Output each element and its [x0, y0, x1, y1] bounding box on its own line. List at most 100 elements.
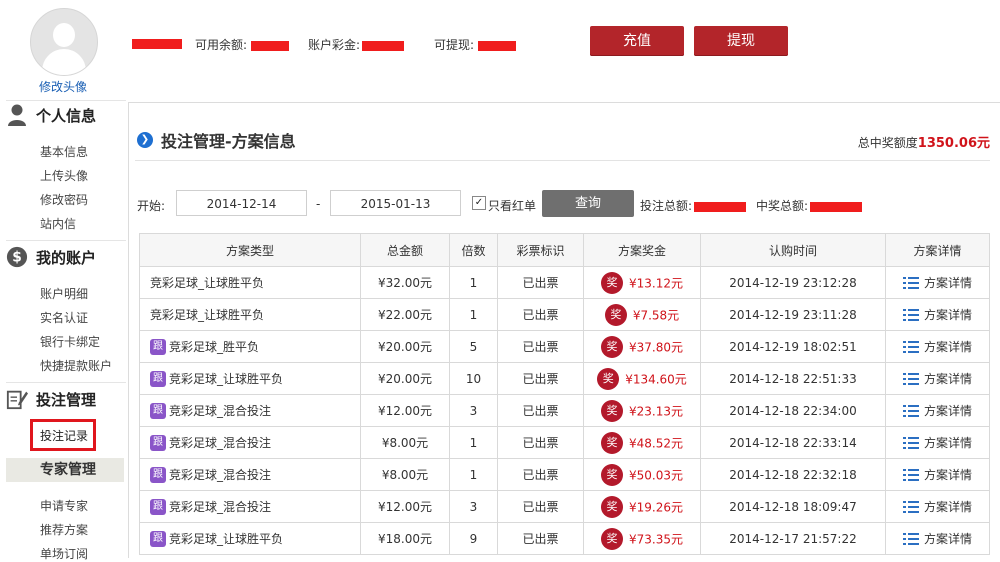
plan-detail-link[interactable]: 方案详情	[924, 404, 972, 418]
table-row: 跟竞彩足球_混合投注 ¥8.00元 1 已出票奖 ¥48.52元 2014-12-18 2…	[139, 426, 990, 459]
account-prize: 账户彩金:	[308, 36, 405, 53]
sidebar-item-basic-info[interactable]: 基本信息	[40, 143, 88, 160]
sidebar-item-bank-card[interactable]: 银行卡绑定	[40, 333, 100, 350]
cell-time: 2014-12-19 23:11:28	[700, 298, 886, 331]
list-icon	[902, 468, 919, 481]
end-date-input[interactable]: 2015-01-13	[330, 190, 461, 216]
plan-detail-link[interactable]: 方案详情	[924, 436, 972, 450]
start-date-input[interactable]: 2014-12-14	[176, 190, 307, 216]
cell-detail[interactable]: 方案详情	[885, 458, 990, 491]
plan-detail-link[interactable]: 方案详情	[924, 340, 972, 354]
list-icon	[902, 276, 919, 289]
cell-type: 跟竞彩足球_让球胜平负	[139, 522, 361, 555]
plan-detail-link[interactable]: 方案详情	[924, 532, 972, 546]
cell-detail[interactable]: 方案详情	[885, 298, 990, 331]
cell-multiple: 3	[449, 490, 498, 523]
sidebar-item-bet-records[interactable]: 投注记录	[40, 427, 88, 444]
follow-badge-icon: 跟	[150, 466, 166, 483]
cell-time: 2014-12-18 22:32:18	[700, 458, 886, 491]
cell-prize: 奖 ¥13.12元	[583, 266, 701, 299]
sidebar-item-apply-expert[interactable]: 申请专家	[40, 497, 88, 514]
list-icon	[902, 404, 919, 417]
sidebar-item-real-name[interactable]: 实名认证	[40, 309, 88, 326]
cell-detail[interactable]: 方案详情	[885, 426, 990, 459]
sidebar-item-messages[interactable]: 站内信	[40, 215, 76, 232]
cell-type: 跟竞彩足球_混合投注	[139, 394, 361, 427]
withdraw-button[interactable]: 提现	[694, 26, 788, 56]
date-separator: -	[316, 197, 321, 211]
header-detail: 方案详情	[885, 233, 990, 267]
plan-type: 竞彩足球_混合投注	[169, 404, 272, 418]
follow-badge-icon: 跟	[150, 498, 166, 515]
plan-detail-link[interactable]: 方案详情	[924, 308, 972, 322]
table-row: 跟竞彩足球_让球胜平负 ¥18.00元 9 已出票奖 ¥73.35元 2014-12-17…	[139, 522, 990, 555]
prize-badge-icon: 奖	[601, 463, 623, 486]
change-avatar-link[interactable]: 修改头像	[30, 78, 96, 95]
cell-time: 2014-12-18 22:51:33	[700, 362, 886, 395]
prize-value: ¥73.35元	[629, 532, 683, 546]
only-red-checkbox[interactable]: ✓	[472, 196, 486, 210]
plan-detail-link[interactable]: 方案详情	[924, 468, 972, 482]
cell-status: 已出票	[497, 426, 584, 459]
prize-value: ¥7.58元	[632, 308, 680, 322]
prize-value: ¥23.13元	[629, 404, 683, 418]
sidebar-item-single-subscription[interactable]: 单场订阅	[40, 545, 88, 562]
cell-type: 竞彩足球_让球胜平负	[139, 298, 361, 331]
sidebar-item-recommend[interactable]: 推荐方案	[40, 521, 88, 538]
cell-time: 2014-12-18 18:09:47	[700, 490, 886, 523]
sidebar-section-expert[interactable]: 专家管理	[6, 458, 124, 482]
recharge-button[interactable]: 充值	[590, 26, 684, 56]
plan-type: 竞彩足球_让球胜平负	[150, 276, 265, 290]
avatar[interactable]	[30, 8, 98, 76]
table-row: 跟竞彩足球_混合投注 ¥12.00元 3 已出票奖 ¥19.26元 2014-12-18 …	[139, 490, 990, 523]
follow-badge-icon: 跟	[150, 434, 166, 451]
cell-detail[interactable]: 方案详情	[885, 522, 990, 555]
cell-status: 已出票	[497, 522, 584, 555]
table-row: 跟竞彩足球_让球胜平负 ¥20.00元 10 已出票奖 ¥134.60元 2014-12-…	[139, 362, 990, 395]
cell-detail[interactable]: 方案详情	[885, 330, 990, 363]
cell-prize: 奖 ¥23.13元	[583, 394, 701, 427]
list-icon	[902, 500, 919, 513]
cell-time: 2014-12-18 22:34:00	[700, 394, 886, 427]
cell-detail[interactable]: 方案详情	[885, 394, 990, 427]
header-amount: 总金额	[360, 233, 450, 267]
cell-status: 已出票	[497, 298, 584, 331]
bet-total: 投注总额:	[640, 197, 747, 214]
cell-amount: ¥20.00元	[360, 362, 450, 395]
cell-amount: ¥32.00元	[360, 266, 450, 299]
plan-detail-link[interactable]: 方案详情	[924, 500, 972, 514]
sidebar-item-quick-withdraw[interactable]: 快捷提款账户	[40, 357, 112, 374]
cell-multiple: 1	[449, 298, 498, 331]
cell-multiple: 5	[449, 330, 498, 363]
cell-status: 已出票	[497, 330, 584, 363]
cell-prize: 奖 ¥7.58元	[583, 298, 701, 331]
sidebar-item-change-password[interactable]: 修改密码	[40, 191, 88, 208]
sidebar-item-account-detail[interactable]: 账户明细	[40, 285, 88, 302]
cell-status: 已出票	[497, 394, 584, 427]
cell-amount: ¥12.00元	[360, 490, 450, 523]
prize-badge-icon: 奖	[601, 495, 623, 518]
plan-type: 竞彩足球_混合投注	[169, 436, 272, 450]
svg-text:$: $	[12, 250, 22, 266]
cell-detail[interactable]: 方案详情	[885, 362, 990, 395]
prize-badge-icon: 奖	[601, 527, 623, 550]
prize-badge-icon: 奖	[601, 271, 623, 294]
sidebar-item-upload-avatar[interactable]: 上传头像	[40, 167, 88, 184]
plan-detail-link[interactable]: 方案详情	[924, 276, 972, 290]
prize-badge-icon: 奖	[601, 335, 623, 358]
prize-badge-icon: 奖	[597, 367, 620, 390]
follow-badge-icon: 跟	[150, 338, 166, 355]
cell-detail[interactable]: 方案详情	[885, 490, 990, 523]
cell-prize: 奖 ¥48.52元	[583, 426, 701, 459]
cell-amount: ¥20.00元	[360, 330, 450, 363]
follow-badge-icon: 跟	[150, 402, 166, 419]
page-title-text: 投注管理-方案信息	[161, 132, 296, 151]
plan-detail-link[interactable]: 方案详情	[924, 372, 972, 386]
section-title: 我的账户	[36, 248, 97, 267]
query-button[interactable]: 查询	[542, 190, 634, 217]
header-type: 方案类型	[139, 233, 361, 267]
list-icon	[902, 532, 919, 545]
cell-detail[interactable]: 方案详情	[885, 266, 990, 299]
cell-prize: 奖 ¥50.03元	[583, 458, 701, 491]
dollar-icon: $	[6, 246, 28, 268]
